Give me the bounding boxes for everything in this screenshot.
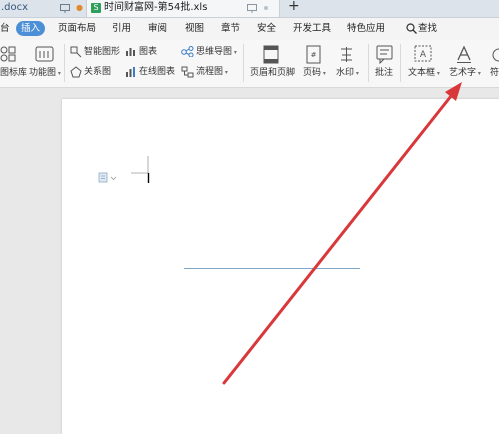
red-arrow-annotation (222, 82, 462, 385)
